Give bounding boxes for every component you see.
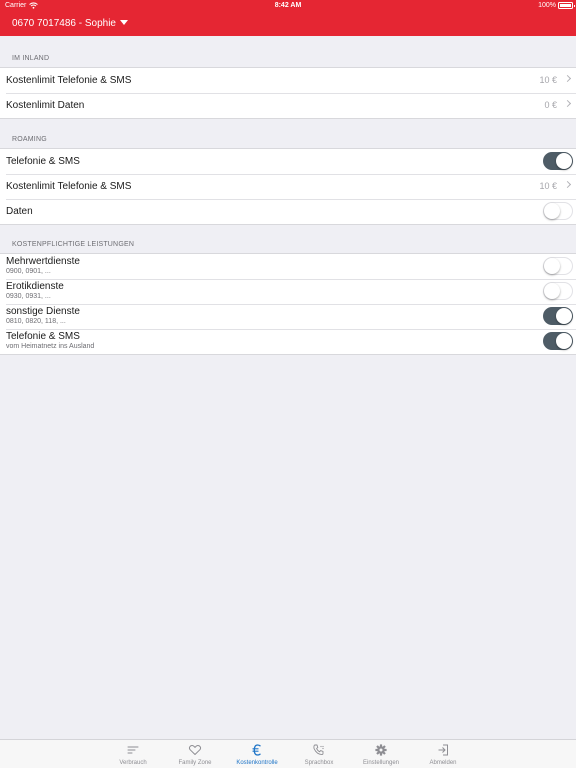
row-subtitle: 0810, 0820, 118, ... xyxy=(6,318,66,325)
chevron-right-icon xyxy=(563,99,572,108)
toggle-knob xyxy=(544,203,560,219)
row-erotikdienste: Erotikdienste 0930, 0931, ... xyxy=(0,279,576,304)
row-mehrwertdienste: Mehrwertdienste 0900, 0901, ... xyxy=(0,254,576,279)
logout-icon xyxy=(412,744,474,756)
tab-label: Einstellungen xyxy=(362,760,400,766)
section-header-paid-services: KOSTENPFLICHTIGE LEISTUNGEN xyxy=(12,241,135,248)
app-header: Carrier 8:42 AM 100% 0670 7017486 - Soph… xyxy=(0,0,576,36)
row-label: Daten xyxy=(6,206,33,217)
roaming-telefonie-toggle[interactable] xyxy=(543,152,573,170)
phone-voicemail-icon xyxy=(288,744,350,756)
row-subtitle: 0900, 0901, ... xyxy=(6,268,51,275)
tab-label: Family Zone xyxy=(178,760,212,766)
tab-einstellungen[interactable]: Einstellungen xyxy=(350,740,412,768)
group-paid-services: Mehrwertdienste 0900, 0901, ... Erotikdi… xyxy=(0,253,576,355)
caret-down-icon xyxy=(119,20,128,25)
tab-label: Sprachbox xyxy=(304,760,334,766)
row-inland-kostenlimit-daten[interactable]: Kostenlimit Daten 0 € xyxy=(0,93,576,118)
sonstige-dienste-toggle[interactable] xyxy=(543,307,573,325)
row-label: Kostenlimit Daten xyxy=(6,100,85,111)
roaming-daten-toggle[interactable] xyxy=(543,202,573,220)
usage-bars-icon xyxy=(102,744,164,756)
tab-kostenkontrolle[interactable]: Kostenkontrolle xyxy=(226,740,288,768)
account-selector[interactable]: 0670 7017486 - Sophie xyxy=(12,18,128,29)
toggle-knob xyxy=(544,258,560,274)
chevron-right-icon xyxy=(563,74,572,83)
row-sonstige-dienste: sonstige Dienste 0810, 0820, 118, ... xyxy=(0,304,576,329)
heart-icon xyxy=(164,744,226,756)
toggle-knob xyxy=(556,333,572,349)
account-label: 0670 7017486 - Sophie xyxy=(12,18,116,29)
mehrwertdienste-toggle[interactable] xyxy=(543,257,573,275)
row-label: sonstige Dienste xyxy=(6,306,80,317)
toggle-knob xyxy=(544,283,560,299)
row-label: Kostenlimit Telefonie & SMS xyxy=(6,181,132,192)
section-header-roaming: ROAMING xyxy=(12,136,47,143)
gear-icon xyxy=(350,744,412,756)
row-roaming-telefonie: Telefonie & SMS xyxy=(0,149,576,174)
row-value: 10 € xyxy=(539,75,557,85)
row-subtitle: 0930, 0931, ... xyxy=(6,293,51,300)
tab-label: Verbrauch xyxy=(119,760,147,766)
tab-abmelden[interactable]: Abmelden xyxy=(412,740,474,768)
row-label: Telefonie & SMS xyxy=(6,331,80,342)
status-battery-percent: 100% xyxy=(538,2,556,9)
row-telefonie-ausland: Telefonie & SMS vom Heimatnetz ins Ausla… xyxy=(0,329,576,354)
group-roaming: Telefonie & SMS Kostenlimit Telefonie & … xyxy=(0,148,576,225)
row-value: 0 € xyxy=(544,100,557,110)
telefonie-ausland-toggle[interactable] xyxy=(543,332,573,350)
status-bar: Carrier 8:42 AM 100% xyxy=(0,0,576,12)
row-label: Kostenlimit Telefonie & SMS xyxy=(6,75,132,86)
row-roaming-kostenlimit-telefonie[interactable]: Kostenlimit Telefonie & SMS 10 € xyxy=(0,174,576,199)
row-label: Erotikdienste xyxy=(6,281,64,292)
toggle-knob xyxy=(556,153,572,169)
battery-icon xyxy=(558,2,575,9)
tab-label: Kostenkontrolle xyxy=(236,760,278,766)
euro-icon xyxy=(226,744,288,756)
toggle-knob xyxy=(556,308,572,324)
row-value: 10 € xyxy=(539,181,557,191)
section-header-inland: IM INLAND xyxy=(12,55,50,62)
tab-sprachbox[interactable]: Sprachbox xyxy=(288,740,350,768)
tab-family-zone[interactable]: Family Zone xyxy=(164,740,226,768)
chevron-right-icon xyxy=(563,180,572,189)
row-label: Mehrwertdienste xyxy=(6,256,80,267)
tab-bar: Verbrauch Family Zone Kostenkontrolle Sp… xyxy=(0,739,576,768)
row-label: Telefonie & SMS xyxy=(6,156,80,167)
erotikdienste-toggle[interactable] xyxy=(543,282,573,300)
group-inland: Kostenlimit Telefonie & SMS 10 € Kostenl… xyxy=(0,67,576,119)
tab-label: Abmelden xyxy=(429,760,457,766)
status-time: 8:42 AM xyxy=(274,2,302,9)
row-roaming-daten: Daten xyxy=(0,199,576,224)
tab-verbrauch[interactable]: Verbrauch xyxy=(102,740,164,768)
row-inland-kostenlimit-telefonie[interactable]: Kostenlimit Telefonie & SMS 10 € xyxy=(0,68,576,93)
row-subtitle: vom Heimatnetz ins Ausland xyxy=(6,343,95,350)
